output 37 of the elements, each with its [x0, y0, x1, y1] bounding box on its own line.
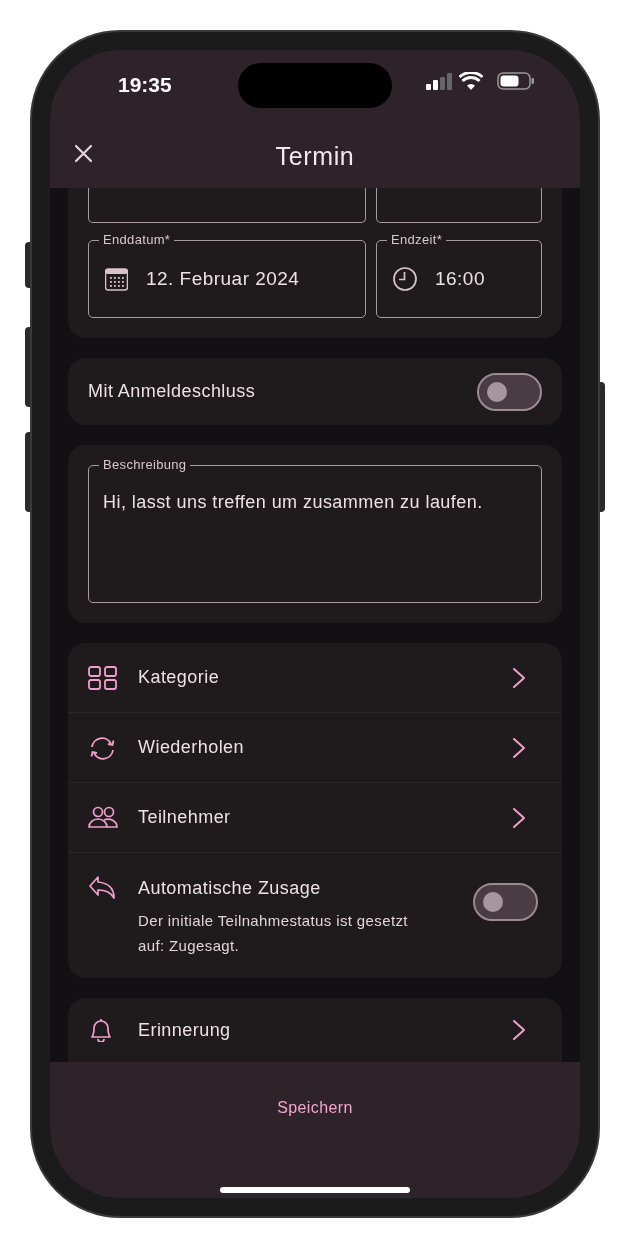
list-item-label: Wiederholen	[138, 736, 245, 759]
chevron-right-icon	[512, 806, 526, 829]
signal-icon	[426, 73, 453, 90]
close-icon[interactable]	[74, 144, 93, 163]
toggle-switch[interactable]	[473, 883, 538, 921]
field-label: Endzeit*	[390, 231, 444, 249]
clock-icon	[393, 267, 417, 291]
chevron-right-icon	[512, 736, 526, 759]
status-time: 19:35	[118, 72, 172, 98]
grid-icon	[88, 665, 118, 690]
field-label: Enddatum*	[102, 231, 172, 249]
people-icon	[88, 805, 118, 830]
wifi-icon	[459, 72, 483, 90]
reply-icon	[88, 875, 118, 899]
battery-icon	[497, 72, 535, 90]
chevron-right-icon	[512, 666, 526, 689]
list-item-label: Teilnehmer	[138, 806, 232, 829]
field-value: 16:00	[435, 266, 485, 291]
calendar-icon	[105, 267, 128, 291]
chevron-right-icon	[512, 1019, 526, 1041]
toggle-switch[interactable]	[477, 372, 542, 411]
setting-label: Automatische Zusage	[138, 877, 322, 900]
setting-description: Der initiale Teilnahmestatus ist gesetzt auf: Zugesagt.	[138, 911, 409, 956]
save-button[interactable]: Speichern	[240, 1088, 390, 1128]
setting-label: Mit Anmeldeschluss	[88, 380, 256, 403]
list-item[interactable]: Erinnerung	[68, 998, 562, 1062]
field-label: Beschreibung	[102, 456, 188, 474]
screen-title: Termin	[275, 141, 355, 172]
list-item[interactable]: Wiederholen	[68, 713, 562, 783]
date-field[interactable]	[88, 188, 366, 223]
list-item-label: Erinnerung	[138, 1018, 232, 1042]
field-value: 12. Februar 2024	[146, 266, 300, 291]
list-item[interactable]: Teilnehmer	[68, 783, 562, 853]
list-item[interactable]: Kategorie	[68, 643, 562, 713]
list-item-label: Kategorie	[138, 666, 221, 689]
field-value: Hi, lasst uns treffen um zusammen zu laufen.	[103, 491, 483, 514]
time-field[interactable]	[376, 188, 542, 223]
